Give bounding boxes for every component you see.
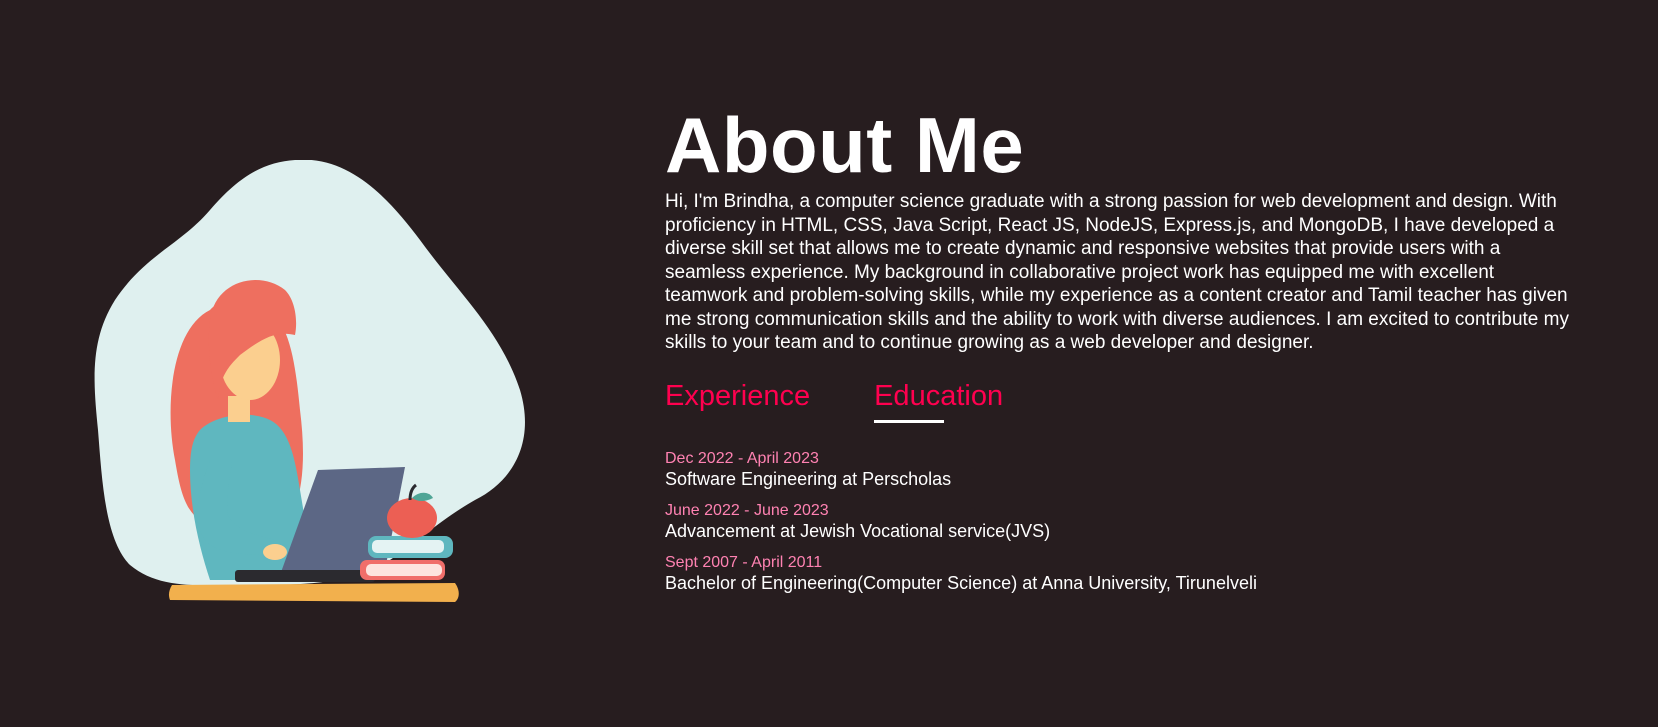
about-content: About Me Hi, I'm Brindha, a computer sci… bbox=[665, 100, 1585, 605]
tab-education[interactable]: Education bbox=[874, 378, 1003, 440]
bio-paragraph: Hi, I'm Brindha, a computer science grad… bbox=[665, 191, 1569, 353]
page-title: About Me bbox=[665, 101, 1025, 189]
entry-date: June 2022 - June 2023 bbox=[665, 501, 829, 519]
woman-at-laptop-illustration bbox=[94, 160, 525, 602]
entry-title: Bachelor of Engineering(Computer Science… bbox=[665, 572, 1257, 593]
tab-experience[interactable]: Experience bbox=[665, 378, 810, 440]
entry-date: Dec 2022 - April 2023 bbox=[665, 449, 819, 467]
list-item: Sept 2007 - April 2011 Bachelor of Engin… bbox=[665, 553, 1585, 594]
list-item: Dec 2022 - April 2023 Software Engineeri… bbox=[665, 449, 1585, 490]
entry-title: Advancement at Jewish Vocational service… bbox=[665, 520, 1051, 541]
list-item: June 2022 - June 2023 Advancement at Jew… bbox=[665, 501, 1585, 542]
entry-date: Sept 2007 - April 2011 bbox=[665, 553, 823, 571]
about-section: About Me Hi, I'm Brindha, a computer sci… bbox=[0, 0, 1658, 727]
education-list: Dec 2022 - April 2023 Software Engineeri… bbox=[665, 449, 1585, 594]
entry-title: Software Engineering at Perscholas bbox=[665, 468, 952, 489]
tab-bar: Experience Education bbox=[665, 378, 1585, 440]
